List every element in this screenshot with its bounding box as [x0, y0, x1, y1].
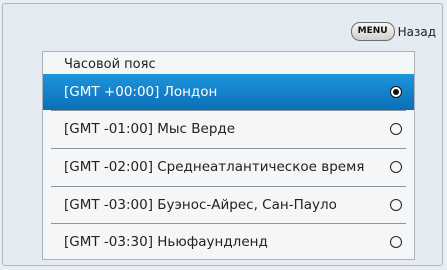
timezone-option-label: [GMT -02:00] Среднеатлантическое время: [64, 159, 365, 175]
screen: MENU Назад Часовой пояс [GMT +00:00] Лон…: [2, 3, 443, 266]
timezone-option[interactable]: [GMT +00:00] Лондон: [43, 74, 414, 110]
back-button[interactable]: MENU Назад: [350, 22, 436, 41]
timezone-option[interactable]: [GMT -02:00] Среднеатлантическое время: [43, 149, 414, 185]
radio-unselected-icon: [390, 161, 402, 173]
radio-unselected-icon: [390, 199, 402, 211]
back-label: Назад: [397, 24, 436, 39]
dialog-title: Часовой пояс: [64, 57, 156, 72]
timezone-option-label: [GMT +00:00] Лондон: [64, 84, 218, 100]
timezone-option-label: [GMT -01:00] Мыс Верде: [64, 121, 236, 137]
timezone-option[interactable]: [GMT -03:00] Буэнос-Айрес, Сан-Пауло: [43, 187, 414, 223]
radio-unselected-icon: [390, 236, 402, 248]
radio-unselected-icon: [390, 123, 402, 135]
timezone-option[interactable]: [GMT -03:30] Ньюфаундленд: [43, 224, 414, 260]
menu-key-icon: MENU: [350, 22, 395, 41]
timezone-option[interactable]: [GMT -01:00] Мыс Верде: [43, 111, 414, 147]
timezone-option-label: [GMT -03:30] Ньюфаундленд: [64, 234, 268, 250]
timezone-option-label: [GMT -03:00] Буэнос-Айрес, Сан-Пауло: [64, 197, 337, 213]
timezone-dialog: Часовой пояс [GMT +00:00] Лондон [GMT -0…: [42, 51, 415, 260]
radio-selected-icon: [390, 86, 402, 98]
